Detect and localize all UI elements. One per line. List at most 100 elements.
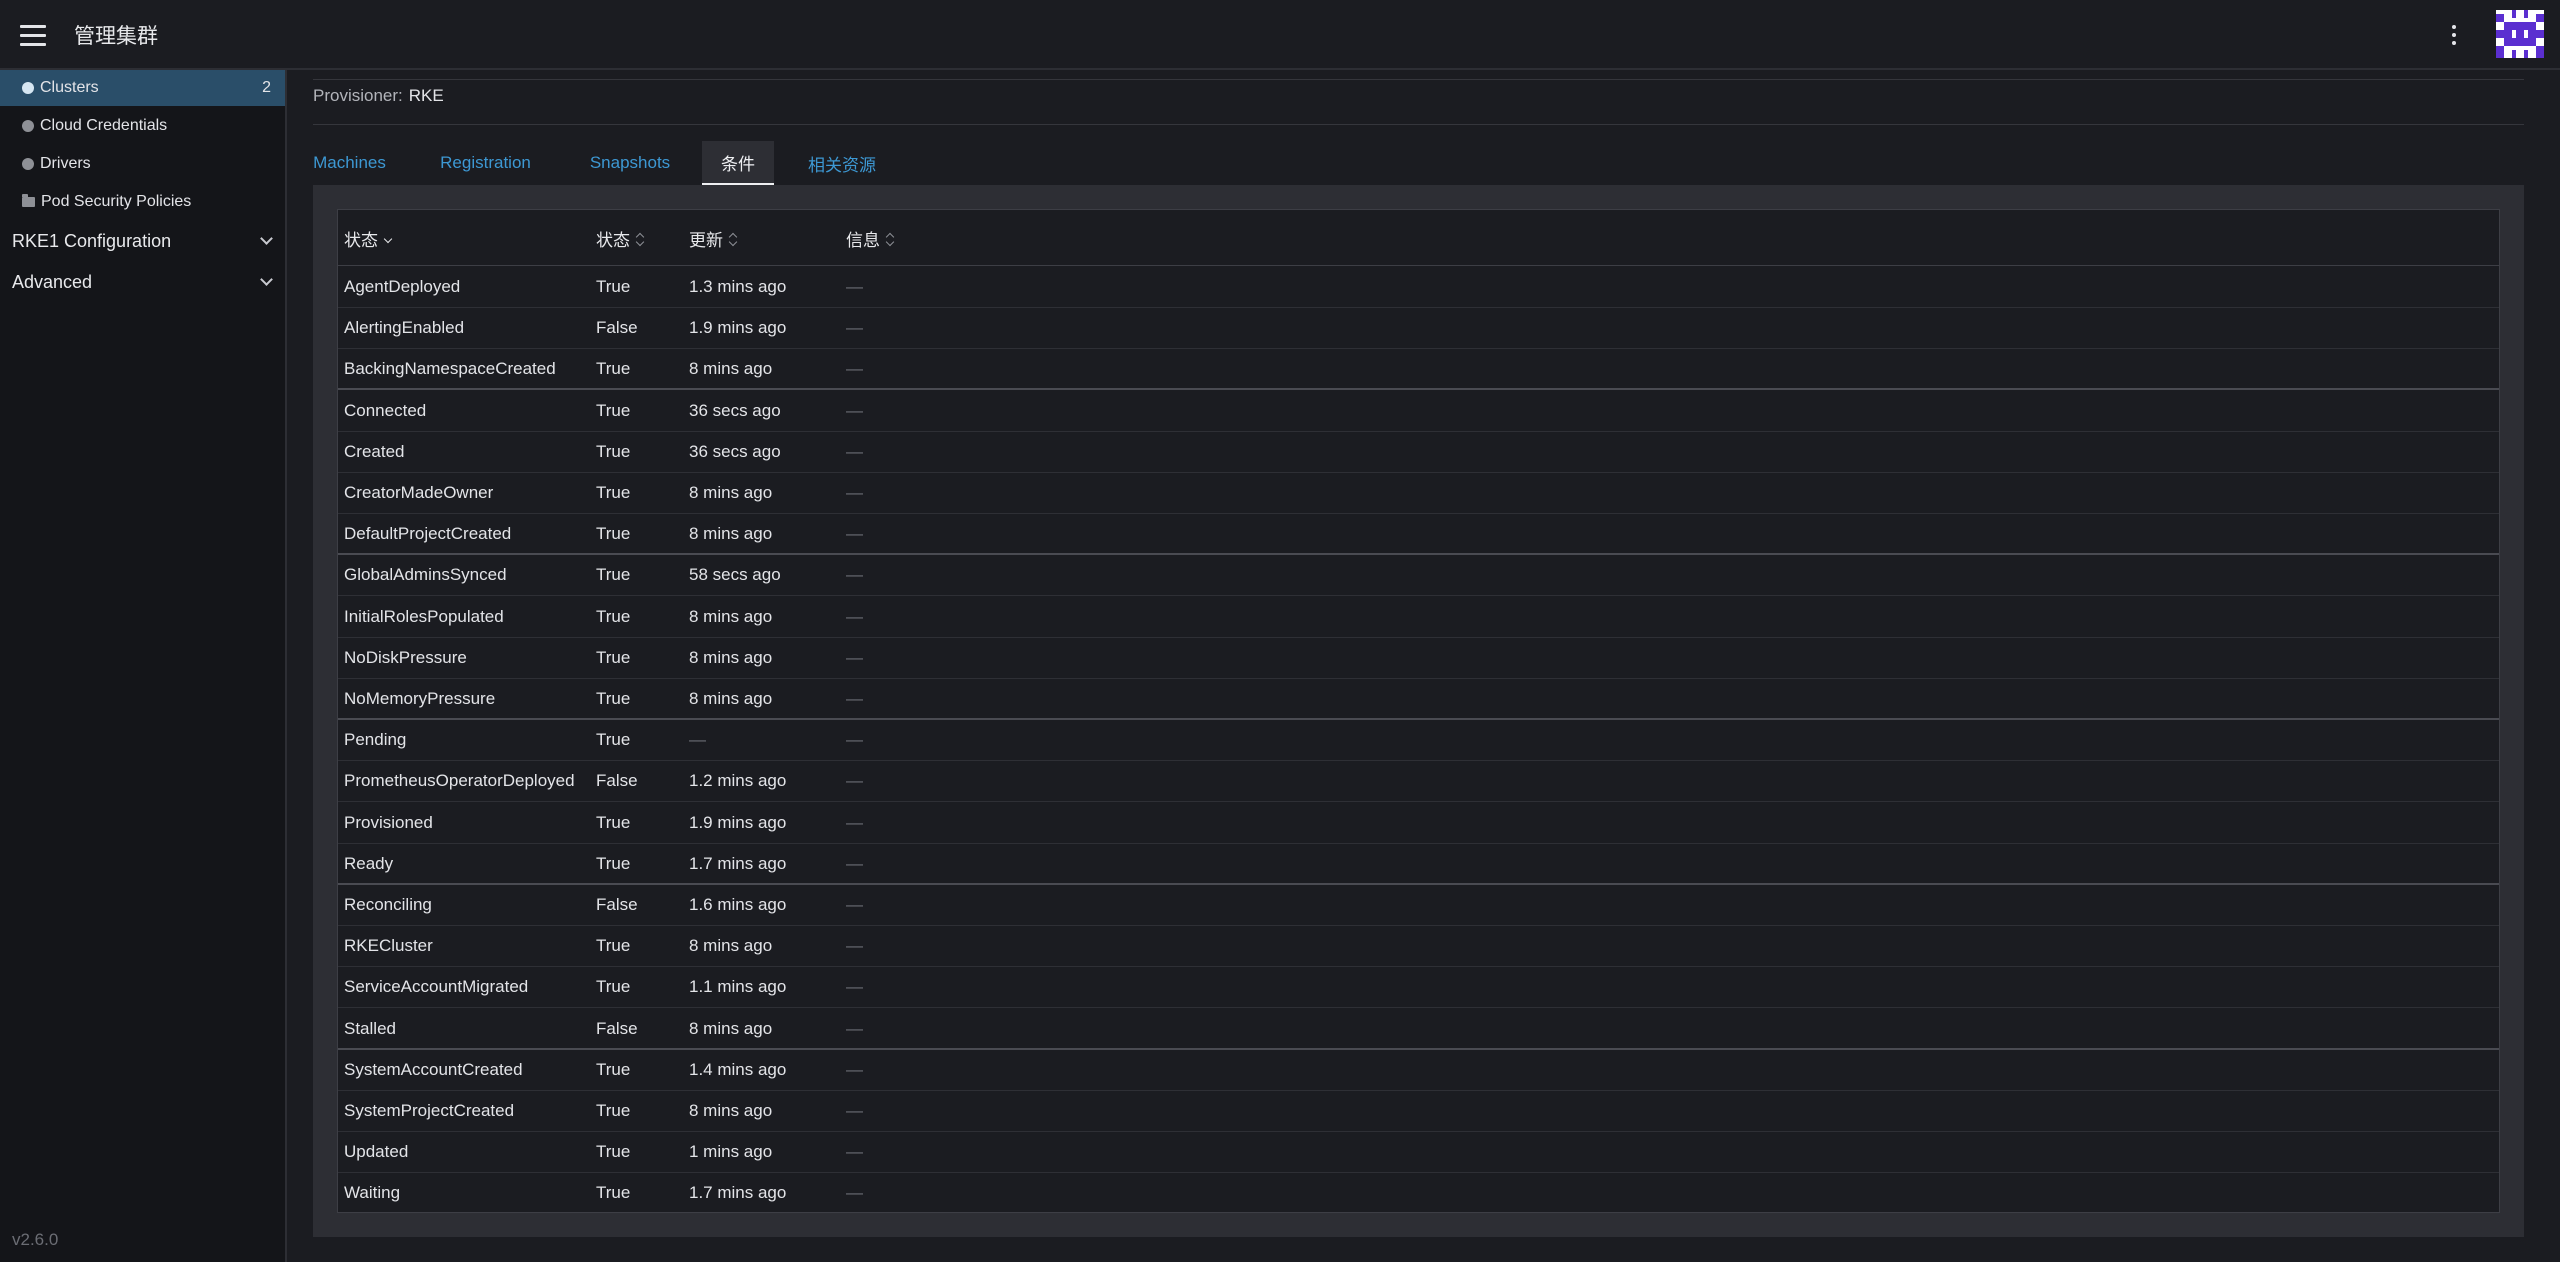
column-header-label: 状态	[596, 231, 630, 250]
table-row: AgentDeployed True 1.3 mins ago —	[338, 267, 2499, 308]
provisioner-info: Provisioner: RKE	[313, 86, 444, 106]
column-header-updated[interactable]: 更新	[689, 226, 738, 251]
chevron-down-icon	[260, 273, 273, 286]
status-cell: True	[596, 606, 631, 626]
sidebar-item-label: Pod Security Policies	[41, 193, 192, 210]
table-row: SystemAccountCreated True 1.4 mins ago —	[338, 1050, 2499, 1091]
tab-panel: 状态 状态 更新 信息 AgentDeployed True 1.3 mins ag…	[313, 185, 2524, 1237]
updated-cell: 1.7 mins ago	[689, 1183, 787, 1203]
message-cell: —	[846, 277, 863, 296]
sidebar-item-label: Cloud Credentials	[40, 117, 168, 134]
sidebar-group-label: Advanced	[12, 271, 93, 292]
message-cell: —	[846, 565, 863, 585]
condition-cell: NoDiskPressure	[344, 647, 467, 667]
table-row: Ready True 1.7 mins ago —	[338, 844, 2499, 885]
status-cell: True	[596, 689, 631, 708]
status-cell: True	[596, 524, 631, 544]
condition-cell: Waiting	[344, 1183, 401, 1203]
updated-cell: 1.3 mins ago	[689, 277, 787, 296]
folder-icon	[22, 194, 35, 207]
condition-cell: SystemProjectCreated	[344, 1101, 515, 1120]
updated-cell: 8 mins ago	[689, 647, 773, 667]
message-cell: —	[846, 812, 863, 832]
table-row: Provisioned True 1.9 mins ago —	[338, 803, 2499, 844]
updated-cell: 36 secs ago	[689, 441, 781, 461]
column-header-message[interactable]: 信息	[846, 226, 895, 251]
status-cell: False	[596, 1018, 638, 1038]
sidebar-group-advanced[interactable]: Advanced	[0, 263, 285, 301]
sidebar-item-clusters[interactable]: Clusters 2	[0, 70, 285, 106]
provisioner-value: RKE	[408, 86, 444, 105]
column-header-label: 信息	[846, 231, 880, 250]
status-cell: True	[596, 483, 631, 502]
message-cell: —	[846, 771, 863, 791]
message-cell: —	[846, 730, 863, 750]
sidebar-item-cloud-credentials[interactable]: Cloud Credentials	[0, 108, 285, 144]
sort-icon	[635, 232, 645, 246]
message-cell: —	[846, 853, 863, 873]
tab-conditions[interactable]: 条件	[702, 141, 774, 185]
updated-cell: 8 mins ago	[689, 524, 773, 544]
updated-cell: 36 secs ago	[689, 400, 781, 420]
status-cell: False	[596, 771, 638, 791]
sidebar-item-pod-security-policies[interactable]: Pod Security Policies	[0, 184, 285, 220]
tab-machines[interactable]: Machines	[313, 141, 386, 185]
updated-cell: 1.6 mins ago	[689, 895, 787, 914]
status-cell: True	[596, 936, 631, 956]
hamburger-menu-icon[interactable]	[20, 22, 46, 48]
divider	[313, 79, 2524, 80]
message-cell: —	[846, 977, 863, 997]
message-cell: —	[846, 1142, 863, 1162]
condition-cell: AgentDeployed	[344, 277, 461, 296]
table-row: BackingNamespaceCreated True 8 mins ago —	[338, 349, 2499, 391]
more-options-icon[interactable]	[2444, 20, 2464, 50]
message-cell: —	[846, 359, 863, 379]
updated-cell: 8 mins ago	[689, 1018, 773, 1038]
table-row: InitialRolesPopulated True 8 mins ago —	[338, 597, 2499, 638]
tab-related-resources[interactable]: 相关资源	[797, 141, 887, 185]
tab-snapshots[interactable]: Snapshots	[580, 141, 680, 185]
sidebar-item-label: Drivers	[40, 155, 91, 172]
table-row: GlobalAdminsSynced True 58 secs ago —	[338, 555, 2499, 597]
identicon-icon	[2496, 10, 2544, 58]
condition-cell: Created	[344, 441, 405, 461]
status-cell: True	[596, 853, 631, 873]
status-cell: True	[596, 565, 631, 585]
status-cell: True	[596, 977, 631, 997]
tab-registration[interactable]: Registration	[428, 141, 543, 185]
table-row: Connected True 36 secs ago —	[338, 391, 2499, 432]
updated-cell: —	[689, 730, 706, 750]
status-cell: True	[596, 647, 631, 667]
condition-cell: InitialRolesPopulated	[344, 606, 504, 626]
condition-cell: Pending	[344, 730, 407, 750]
condition-cell: BackingNamespaceCreated	[344, 359, 556, 379]
user-avatar[interactable]	[2496, 10, 2544, 58]
table-row: DefaultProjectCreated True 8 mins ago —	[338, 514, 2499, 556]
message-cell: —	[846, 936, 863, 956]
table-row: PrometheusOperatorDeployed False 1.2 mins …	[338, 761, 2499, 803]
circle-icon	[22, 120, 34, 132]
column-header-status[interactable]: 状态	[596, 226, 645, 251]
condition-cell: GlobalAdminsSynced	[344, 565, 507, 585]
table-row: Waiting True 1.7 mins ago —	[338, 1173, 2499, 1215]
sort-icon	[885, 232, 895, 246]
message-cell: —	[846, 441, 863, 461]
condition-cell: Connected	[344, 400, 427, 420]
status-cell: True	[596, 730, 631, 750]
status-cell: True	[596, 359, 631, 379]
sidebar: Clusters 2 Cloud Credentials Drivers Pod…	[0, 70, 287, 1262]
updated-cell: 1.9 mins ago	[689, 812, 787, 832]
circle-icon	[22, 158, 34, 170]
column-header-condition[interactable]: 状态	[344, 226, 393, 251]
status-cell: False	[596, 895, 638, 914]
condition-cell: PrometheusOperatorDeployed	[344, 771, 575, 791]
message-cell: —	[846, 524, 863, 544]
table-row: SystemProjectCreated True 8 mins ago —	[338, 1091, 2499, 1132]
top-header: 管理集群	[0, 0, 2560, 70]
updated-cell: 8 mins ago	[689, 1101, 773, 1120]
condition-cell: CreatorMadeOwner	[344, 483, 494, 502]
sidebar-group-rke1-configuration[interactable]: RKE1 Configuration	[0, 222, 285, 260]
table-row: Updated True 1 mins ago —	[338, 1132, 2499, 1174]
sidebar-item-drivers[interactable]: Drivers	[0, 146, 285, 182]
table-row: Created True 36 secs ago —	[338, 432, 2499, 473]
